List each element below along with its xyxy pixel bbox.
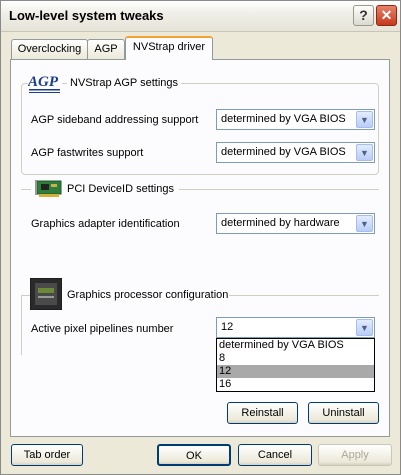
apply-button[interactable]: Apply	[318, 444, 392, 466]
pipelines-value: 12	[221, 321, 234, 333]
close-button[interactable]: ✕	[376, 5, 397, 26]
agp-logo-icon: AGP	[27, 72, 62, 96]
help-button[interactable]: ?	[353, 5, 374, 26]
chevron-down-icon[interactable]: ▼	[356, 215, 373, 232]
agp-fastwrites-value: determined by VGA BIOS	[221, 146, 346, 158]
ok-button[interactable]: OK	[157, 444, 231, 466]
adapter-id-combo[interactable]: determined by hardware ▼	[216, 213, 375, 234]
gpu-chip-icon	[29, 277, 63, 311]
agp-group-title: NVStrap AGP settings	[67, 77, 182, 89]
window-title: Low-level system tweaks	[9, 8, 164, 23]
pipelines-combo[interactable]: 12 ▼	[216, 317, 375, 338]
agp-sideband-label: AGP sideband addressing support	[31, 114, 199, 126]
agp-fastwrites-combo[interactable]: determined by VGA BIOS ▼	[216, 142, 375, 163]
cancel-button[interactable]: Cancel	[238, 444, 312, 466]
agp-logo-text: AGP	[28, 74, 59, 90]
pci-group-line-left	[21, 189, 31, 190]
chevron-down-icon[interactable]: ▼	[356, 319, 373, 336]
dropdown-option[interactable]: 16	[217, 378, 374, 391]
agp-fastwrites-label: AGP fastwrites support	[31, 147, 144, 159]
uninstall-button[interactable]: Uninstall	[308, 402, 379, 424]
pci-group-line-right	[179, 189, 379, 190]
reinstall-button[interactable]: Reinstall	[227, 402, 298, 424]
pci-group-title: PCI DeviceID settings	[67, 183, 174, 195]
tab-order-button[interactable]: Tab order	[11, 444, 83, 466]
gpu-group-line-side	[21, 295, 22, 355]
chevron-down-icon[interactable]: ▼	[356, 144, 373, 161]
chevron-down-icon[interactable]: ▼	[356, 111, 373, 128]
dropdown-option-selected[interactable]: 12	[217, 365, 374, 378]
tab-agp[interactable]: AGP	[87, 39, 125, 59]
agp-sideband-value: determined by VGA BIOS	[221, 113, 346, 125]
pipelines-dropdown-list: determined by VGA BIOS 8 12 16	[216, 338, 375, 392]
title-bar[interactable]: Low-level system tweaks ? ✕	[1, 1, 400, 32]
gpu-group-line-right	[229, 295, 379, 296]
gpu-group-title: Graphics processor configuration	[67, 289, 229, 301]
adapter-id-value: determined by hardware	[221, 217, 340, 229]
agp-sideband-combo[interactable]: determined by VGA BIOS ▼	[216, 109, 375, 130]
tweaks-dialog: Low-level system tweaks ? ✕ Overclocking…	[0, 0, 401, 475]
adapter-id-label: Graphics adapter identification	[31, 218, 180, 230]
tab-nvstrap-driver[interactable]: NVStrap driver	[125, 36, 213, 60]
dropdown-option[interactable]: 8	[217, 352, 374, 365]
pipelines-label: Active pixel pipelines number	[31, 323, 174, 335]
dropdown-option[interactable]: determined by VGA BIOS	[217, 339, 374, 352]
pci-card-icon	[35, 178, 63, 200]
tab-overclocking[interactable]: Overclocking	[11, 39, 88, 59]
